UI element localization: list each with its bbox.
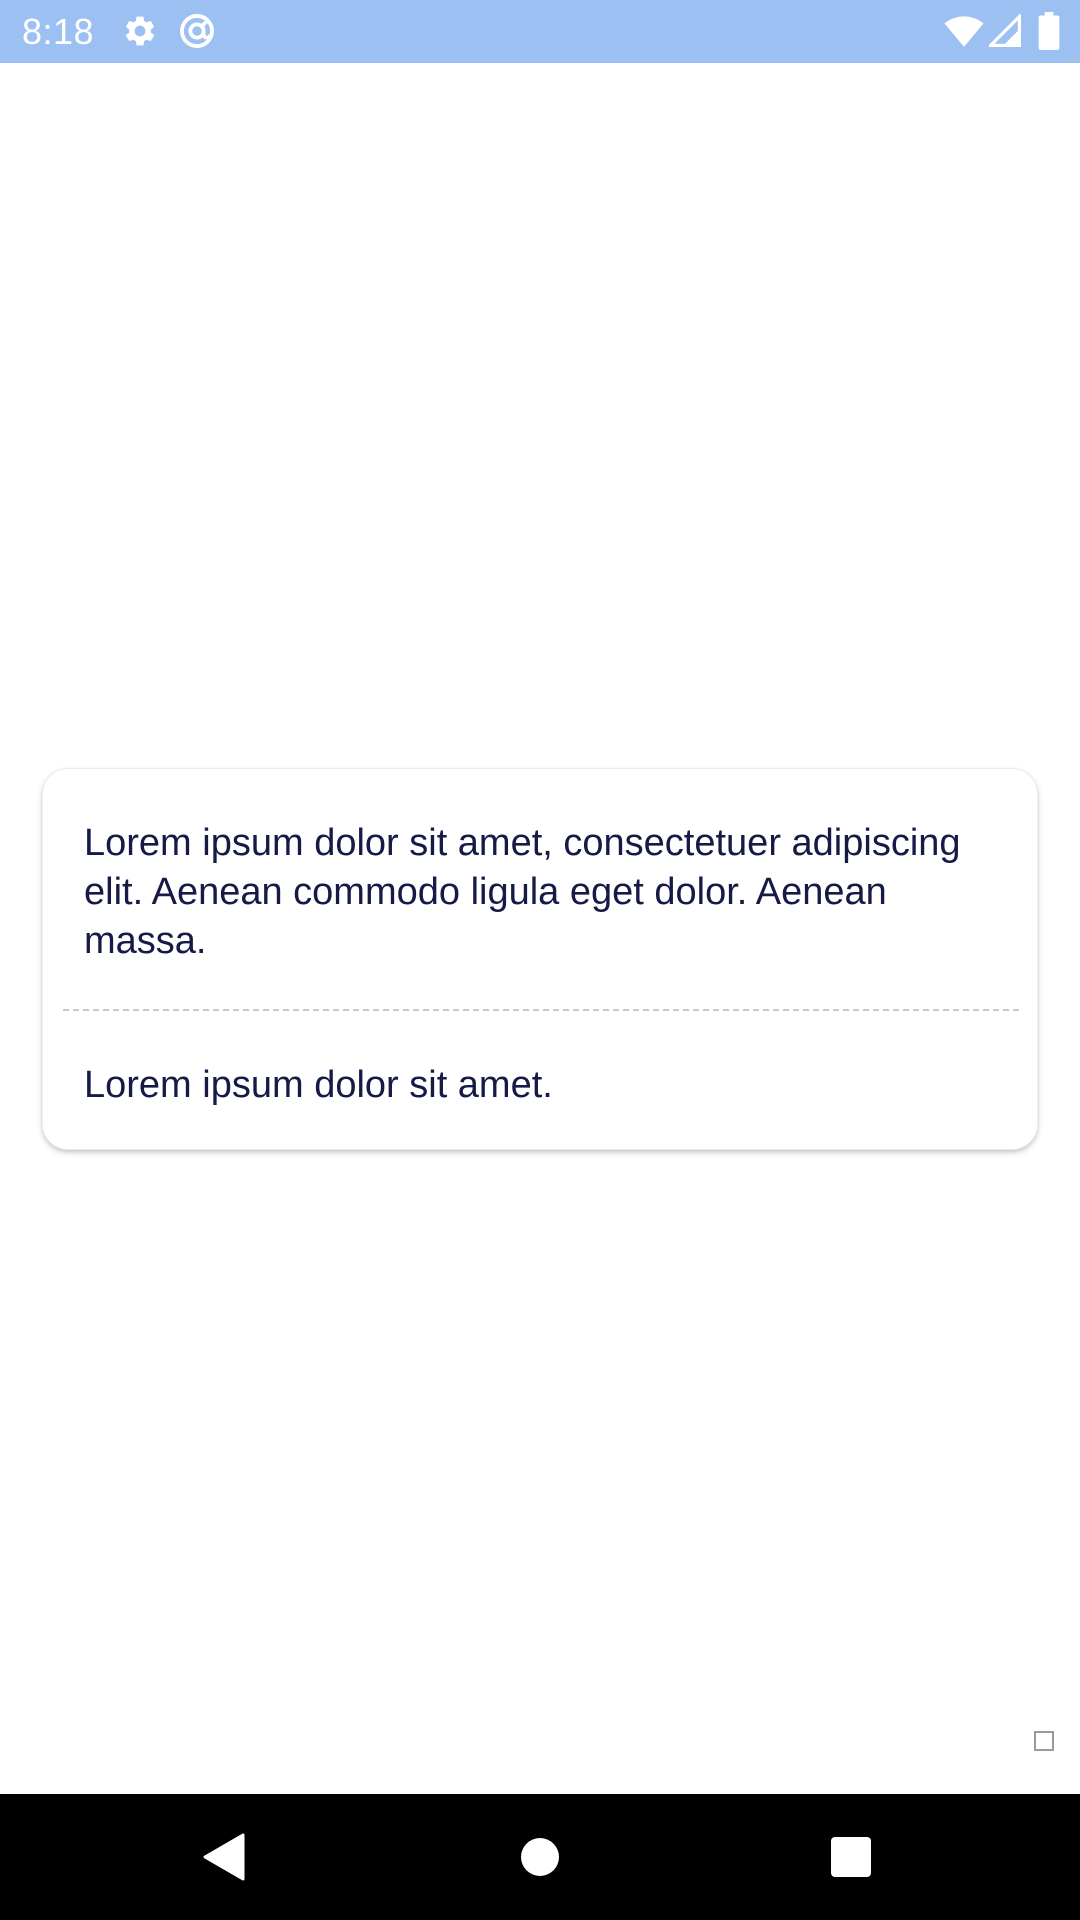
back-icon[interactable] — [203, 1833, 245, 1881]
recents-icon[interactable] — [830, 1836, 872, 1878]
home-icon[interactable] — [520, 1837, 560, 1877]
status-bar: 8:18 — [0, 0, 1080, 63]
card-paragraph: Lorem ipsum dolor sit amet, consectetuer… — [84, 822, 961, 962]
navigation-bar — [0, 1794, 1080, 1920]
gear-icon — [125, 16, 155, 46]
battery-icon — [1038, 12, 1060, 50]
corner-square[interactable] — [1034, 1731, 1054, 1751]
content-card: Lorem ipsum dolor sit amet, consectetuer… — [42, 768, 1038, 1150]
card-footer-text: Lorem ipsum dolor sit amet. — [84, 1064, 553, 1106]
dashed-divider — [63, 1009, 1019, 1011]
status-time: 8:18 — [22, 11, 95, 52]
wifi-icon — [944, 16, 984, 47]
cellular-signal-icon — [989, 14, 1021, 47]
screen: 8:18 Lorem ipsum dolor sit amet, consect… — [0, 0, 1080, 1920]
at-sign-icon — [180, 14, 214, 48]
